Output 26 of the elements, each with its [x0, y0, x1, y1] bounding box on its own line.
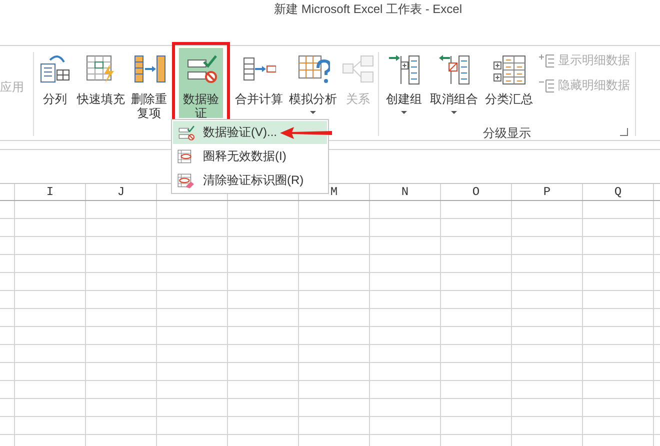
eraser-table-icon: [177, 172, 195, 190]
group-icon: [387, 52, 421, 86]
menu-item[interactable]: 圈释无效数据(I): [173, 145, 327, 168]
column-header[interactable]: I: [15, 184, 86, 200]
column-header[interactable]: N: [370, 184, 441, 200]
ribbon-button[interactable]: 快速填充: [74, 48, 128, 126]
ungroup-icon: [437, 52, 471, 86]
ribbon-button[interactable]: 创建组: [382, 48, 426, 126]
group-label: 应用: [0, 79, 25, 96]
checklist-icon: [177, 124, 195, 142]
minus-list-icon: [539, 78, 555, 92]
column-header[interactable]: P: [512, 184, 583, 200]
ribbon-button[interactable]: 删除重复项: [129, 48, 169, 126]
column-header[interactable]: Q: [583, 184, 654, 200]
ribbon-button[interactable]: 取消组合: [427, 48, 481, 126]
arrow-icon: [280, 127, 332, 139]
group-label: 分级显示: [483, 124, 531, 142]
plus-list-icon: [539, 54, 555, 68]
window-title: 新建 Microsoft Excel 工作表 - Excel: [274, 1, 462, 18]
menu-item[interactable]: 数据验证(V)...: [173, 121, 327, 144]
ribbon-button[interactable]: 数据验证: [179, 48, 223, 118]
ribbon-button[interactable]: 分列: [37, 48, 73, 126]
column-header[interactable]: J: [86, 184, 157, 200]
ribbon-button[interactable]: 分类汇总: [482, 48, 536, 126]
dialog-launcher-icon[interactable]: [620, 128, 628, 136]
column-header[interactable]: O: [441, 184, 512, 200]
